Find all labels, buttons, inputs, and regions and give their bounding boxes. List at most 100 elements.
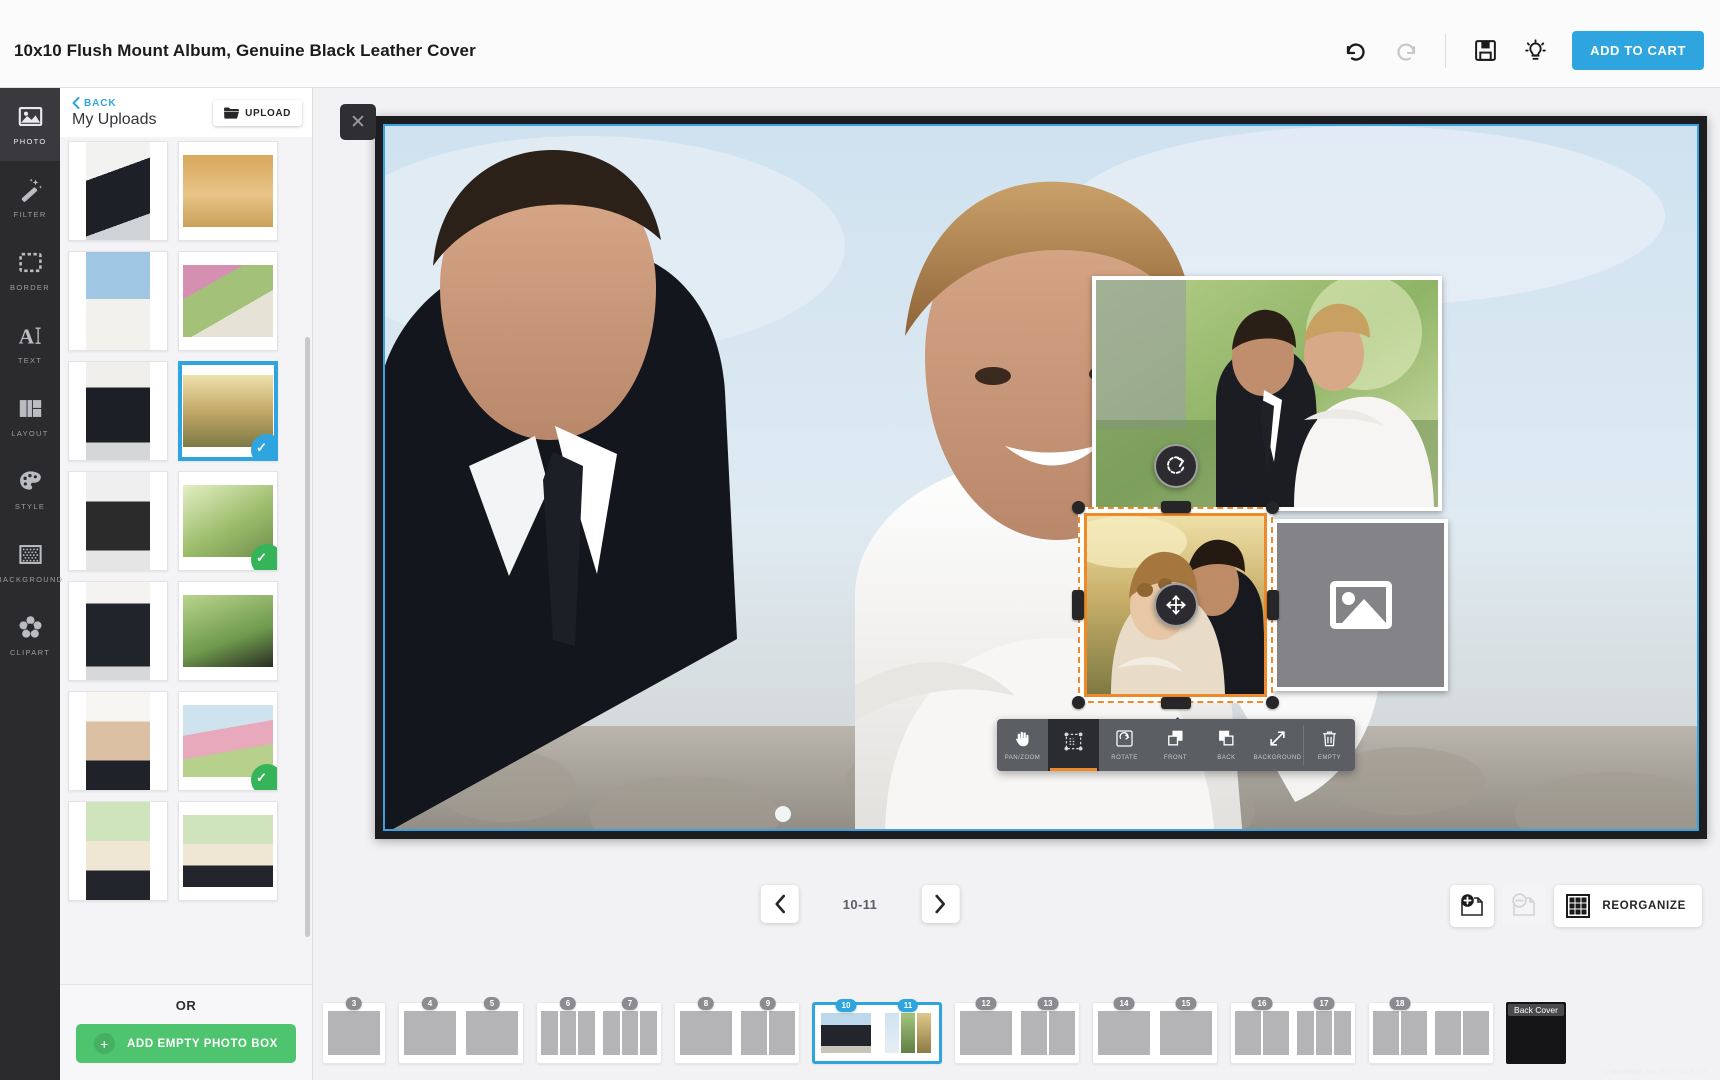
spread-thumbnail[interactable]: 14 15 <box>1092 996 1218 1064</box>
back-cover-thumbnail[interactable]: Back Cover <box>1506 1001 1566 1064</box>
upload-thumbnail[interactable] <box>68 471 168 571</box>
upload-thumbnail[interactable]: ✓ <box>178 691 278 791</box>
thumbnail-image <box>182 154 274 228</box>
resize-handle-bottom[interactable] <box>1160 697 1191 709</box>
hand-icon <box>1013 729 1032 753</box>
tool-transform[interactable] <box>1048 719 1099 771</box>
upload-thumbnail[interactable] <box>178 581 278 681</box>
spread-thumbnail-cell <box>640 1010 658 1055</box>
resize-handle-top[interactable] <box>1160 501 1191 513</box>
sidebar-item-background[interactable]: BACKGROUND <box>0 526 62 599</box>
sidebar-item-photo[interactable]: PHOTO <box>0 88 60 161</box>
sidebar-item-style[interactable]: STYLE <box>0 453 60 526</box>
sidebar-item-border[interactable]: BORDER <box>0 234 60 307</box>
chevron-right-icon <box>935 894 946 914</box>
page-number-badge: 4 <box>421 996 439 1010</box>
upload-thumbnail[interactable] <box>68 801 168 901</box>
upload-thumbnail[interactable] <box>68 361 168 461</box>
uploads-thumbnail-list[interactable]: ✓ ✓ ✓ <box>60 137 312 984</box>
spread-thumbnail-cell <box>603 1010 620 1055</box>
resize-handle-left[interactable] <box>1072 590 1084 620</box>
or-label: OR <box>175 998 197 1013</box>
upload-thumbnail[interactable]: ✓ <box>178 361 278 461</box>
resize-handle-bottom-left[interactable] <box>1072 696 1085 709</box>
tool-label: BACKGROUND <box>1253 755 1302 761</box>
transform-crop-icon <box>1064 732 1083 756</box>
previous-page-button[interactable] <box>760 885 799 923</box>
upload-thumbnail[interactable] <box>68 691 168 791</box>
tool-pan-zoom[interactable]: PAN/ZOOM <box>997 719 1048 771</box>
layout-grid-icon <box>17 395 44 422</box>
reorganize-button[interactable]: REORGANIZE <box>1554 885 1702 927</box>
spread-thumbnail-cell <box>621 1010 639 1055</box>
spread-thumbnail[interactable]: 3 <box>322 996 386 1064</box>
upload-thumbnail[interactable] <box>178 801 278 901</box>
tool-rotate[interactable]: ROTATE <box>1099 719 1150 771</box>
next-page-button[interactable] <box>921 885 960 923</box>
page-nav-center: 10-11 <box>760 885 960 923</box>
upload-thumbnail[interactable] <box>68 251 168 351</box>
panel-scrollbar[interactable] <box>305 337 310 937</box>
spread-thumbnail[interactable]: 45 <box>398 996 524 1064</box>
spread-thumbnail[interactable]: 67 <box>536 996 662 1064</box>
selected-photo-container[interactable]: ⇕ <box>1072 444 1279 734</box>
close-icon[interactable]: ✕ <box>340 104 376 140</box>
thumbnail-image <box>182 264 274 338</box>
remove-page-button[interactable] <box>1502 885 1547 927</box>
upload-thumbnail[interactable] <box>178 141 278 241</box>
rotate-icon[interactable] <box>1153 444 1198 488</box>
tool-background[interactable]: BACKGROUND <box>1252 719 1303 771</box>
page-title: 10x10 Flush Mount Album, Genuine Black L… <box>14 40 476 60</box>
upload-thumbnail[interactable] <box>68 141 168 241</box>
spread-thumbnail-cell <box>1463 1010 1489 1055</box>
save-icon[interactable] <box>1462 28 1508 74</box>
upload-thumbnail[interactable]: ✓ <box>178 471 278 571</box>
tool-front[interactable]: FRONT <box>1150 719 1201 771</box>
upload-button[interactable]: UPLOAD <box>213 100 302 126</box>
upload-thumbnail[interactable] <box>178 251 278 351</box>
tool-empty[interactable]: EMPTY <box>1304 719 1355 771</box>
lightbulb-icon[interactable] <box>1512 28 1558 74</box>
chevron-left-icon <box>774 894 785 914</box>
spread-thumbnail-page: 7 <box>599 996 661 1063</box>
spread-thumbnail[interactable]: 16 17 <box>1230 996 1356 1064</box>
back-label: BACK <box>84 97 117 109</box>
grid-icon <box>1566 894 1591 918</box>
redo-icon[interactable] <box>1383 28 1429 74</box>
photo-book-editor: 10x10 Flush Mount Album, Genuine Black L… <box>0 0 1720 1080</box>
upload-thumbnail[interactable] <box>68 581 168 681</box>
empty-photo-box[interactable] <box>1273 519 1448 691</box>
spread-thumbnail-cell <box>1435 1010 1461 1055</box>
resize-handle-top-left[interactable] <box>1072 501 1085 514</box>
expand-diagonal-icon <box>1268 729 1287 753</box>
move-icon[interactable] <box>1153 583 1198 627</box>
add-page-button[interactable] <box>1450 885 1495 927</box>
spread-thumbnail[interactable]: 12 13 <box>954 996 1080 1064</box>
page-number-badge: 18 <box>1389 996 1411 1010</box>
spread-thumbnail-page: 16 <box>1231 996 1293 1063</box>
spread-thumbnail[interactable]: 89 <box>674 996 800 1064</box>
photo-box-couple-garden[interactable] <box>1092 276 1442 511</box>
sidebar-item-filter[interactable]: FILTER <box>0 161 60 234</box>
current-page-label: 10-11 <box>842 896 878 912</box>
spread-thumbnail-cell <box>1315 1010 1333 1055</box>
sidebar-item-clipart[interactable]: CLIPART <box>0 599 60 672</box>
sidebar-item-layout[interactable]: LAYOUT <box>0 380 60 453</box>
resize-handle-bottom-right[interactable] <box>1266 696 1279 709</box>
sidebar-item-text[interactable]: A TEXT <box>0 307 60 380</box>
spread-thumbnail[interactable]: 18 <box>1368 996 1494 1064</box>
spread-thumbnail-cell <box>1334 1010 1352 1055</box>
footnote: © Monkeytix, Inc. 2017 - v1.0.1.2 <box>1603 1069 1706 1076</box>
add-to-cart-button[interactable]: ADD TO CART <box>1572 31 1704 70</box>
resize-handle-top-right[interactable] <box>1266 501 1279 514</box>
canvas-stage[interactable]: ⇕ PAN/ZOOM ROTATE FRONT BACK BACKGROUND EMPTY <box>313 88 1720 923</box>
resize-handle-right[interactable] <box>1267 590 1279 620</box>
add-empty-photo-box-button[interactable]: + ADD EMPTY PHOTO BOX <box>76 1024 296 1063</box>
texture-swatch-icon <box>17 541 44 568</box>
tool-back[interactable]: BACK <box>1201 719 1252 771</box>
undo-icon[interactable] <box>1333 28 1379 74</box>
spread-thumbnail[interactable]: 10 11 <box>812 998 942 1064</box>
spread-page-canvas[interactable]: ⇕ PAN/ZOOM ROTATE FRONT BACK BACKGROUND EMPTY <box>383 124 1699 831</box>
spread-thumbnail-page: 18 <box>1369 996 1431 1063</box>
spread-thumbnail-cell <box>1160 1010 1212 1055</box>
